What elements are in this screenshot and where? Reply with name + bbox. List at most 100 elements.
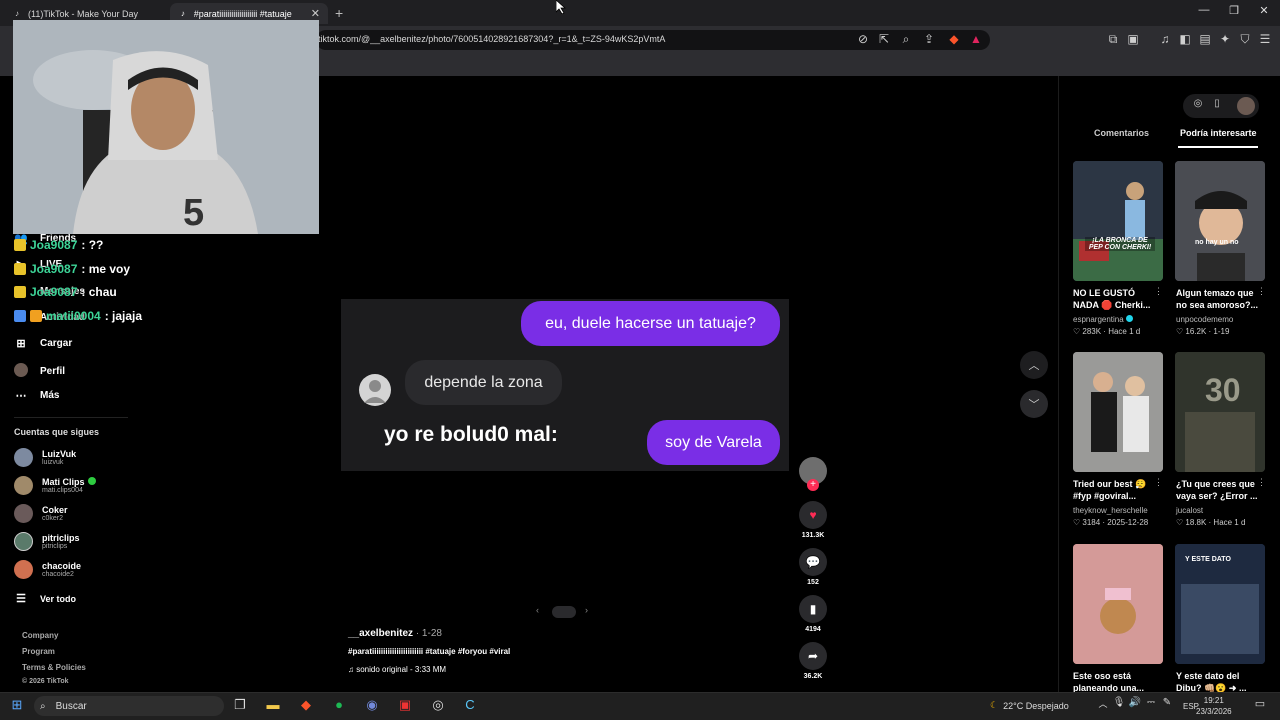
chevron-down-icon: ﹀ — [1028, 399, 1040, 411]
heart-icon: ♥ — [799, 501, 827, 529]
spotify-icon[interactable]: ● — [329, 697, 349, 712]
video-thumbnail[interactable] — [1073, 544, 1163, 664]
prev-photo-icon[interactable]: ‹ — [536, 605, 539, 615]
video-author[interactable]: unpocodememo — [1176, 315, 1233, 324]
video-author[interactable]: espnargentina — [1073, 315, 1133, 324]
close-window-icon[interactable]: ✕ — [1249, 4, 1279, 17]
more-options-icon[interactable]: ⋮ — [1154, 286, 1163, 297]
photo-indicator — [552, 606, 576, 618]
more-options-icon[interactable]: ⋮ — [1154, 477, 1163, 488]
follow-plus-icon[interactable]: + — [807, 479, 819, 491]
post-author[interactable]: __axelbenitez · 1-28 — [348, 628, 442, 639]
avatar — [14, 476, 33, 495]
video-thumbnail[interactable] — [1073, 352, 1163, 472]
video-title[interactable]: NO LE GUSTÓ NADA 🛑 Cherki... — [1073, 287, 1157, 311]
open-external-icon[interactable]: ⇱ — [876, 32, 892, 46]
svg-text:5: 5 — [183, 192, 204, 234]
file-explorer-icon[interactable]: ▬ — [263, 697, 283, 712]
more-options-icon[interactable]: ⋮ — [1257, 286, 1266, 297]
share-button[interactable]: ➦ 36.2K — [799, 642, 827, 680]
thumbnail-text: no hay un no — [1195, 239, 1239, 246]
taskbar-search[interactable]: ⌕ Buscar — [34, 696, 224, 716]
nav-upload[interactable]: ⊞ Cargar — [14, 337, 72, 350]
chat-message: Joa9087: ?? — [14, 238, 103, 252]
following-account[interactable]: LuizVuk luizvuk — [14, 448, 76, 467]
tab-comments[interactable]: Comentarios — [1094, 128, 1149, 138]
nav-more[interactable]: ⋯ Más — [14, 389, 60, 402]
footer-link[interactable]: Program — [22, 647, 55, 656]
sidebar-toggle-icon[interactable]: ◧ — [1177, 32, 1193, 46]
share-count: 36.2K — [803, 673, 823, 680]
maximize-icon[interactable]: ❐ — [1219, 4, 1249, 17]
post-caption[interactable]: #paratiiiiiiiiiiiiiiiiiiiiiii #tatuaje #… — [348, 647, 510, 656]
user-avatar[interactable] — [1237, 97, 1255, 115]
more-options-icon[interactable]: ⋮ — [1257, 477, 1266, 488]
comment-count: 152 — [807, 579, 819, 586]
tab-title: (11)TikTok - Make Your Day — [28, 8, 139, 19]
video-title[interactable]: Este oso está planeando una... — [1073, 670, 1157, 694]
account-name: chacoide — [42, 561, 82, 571]
chat-user: Joa9087 — [30, 262, 78, 276]
save-button[interactable]: ▮ 4194 — [799, 595, 827, 633]
video-title[interactable]: Y este dato del Dibu? 👊🏼😮 ➜ ... — [1176, 670, 1260, 694]
thumbnail-text: Y ESTE DATO — [1185, 556, 1231, 563]
vpn-icon[interactable]: ⛉ — [1237, 32, 1253, 47]
following-account[interactable]: Mati Clips mati.clips004 — [14, 476, 96, 495]
following-account[interactable]: pitriclips pitriclips — [14, 532, 80, 551]
next-video-button[interactable]: ﹀ — [1020, 390, 1048, 418]
video-title[interactable]: Algun temazo que no sea amoroso?... — [1176, 287, 1260, 311]
minimize-icon[interactable]: — — [1189, 4, 1219, 16]
following-account[interactable]: Coker c0ker2 — [14, 504, 68, 523]
menu-icon[interactable]: ☰ — [1257, 32, 1273, 46]
tab-recommended[interactable]: Podría interesarte — [1180, 128, 1257, 138]
post-sound[interactable]: ♫ sonido original - 3:33 MM — [348, 665, 446, 674]
extensions-icon[interactable]: ⧉ — [1105, 32, 1121, 47]
video-author[interactable]: theyknow_herschelle — [1073, 506, 1148, 515]
screenshot-icon[interactable]: ▣ — [1125, 32, 1141, 46]
avatar — [14, 504, 33, 523]
brave-rewards-icon[interactable]: ▲ — [968, 32, 984, 46]
close-tab-icon[interactable]: ✕ — [311, 7, 320, 20]
wallet-icon[interactable]: ▤ — [1197, 32, 1213, 46]
windows-start-icon[interactable]: ⊞ — [7, 697, 27, 713]
pen-icon[interactable]: ✎ — [1157, 697, 1177, 708]
video-title[interactable]: Tried our best 😮‍💨 #fyp #goviral... — [1073, 478, 1157, 502]
weather-widget[interactable]: ☾ 22°C Despejado — [990, 700, 1069, 711]
creator-avatar[interactable]: + — [799, 457, 827, 491]
clock[interactable]: 19:21 23/3/2026 — [1196, 695, 1232, 717]
zoom-icon[interactable]: ⌕ — [898, 32, 914, 47]
obs-icon[interactable]: ◎ — [428, 697, 448, 713]
device-icon[interactable]: ▯ — [1208, 98, 1226, 116]
video-author[interactable]: jucalost — [1176, 506, 1203, 515]
brave-shield-icon[interactable]: ◆ — [946, 32, 962, 46]
next-photo-icon[interactable]: › — [585, 605, 588, 615]
see-all-link[interactable]: ☰ Ver todo — [14, 592, 76, 605]
leo-ai-icon[interactable]: ✦ — [1217, 32, 1233, 46]
media-icon[interactable]: ♫ — [1157, 32, 1173, 46]
footer-link[interactable]: Company — [22, 631, 58, 640]
task-view-icon[interactable]: ❐ — [230, 697, 250, 713]
brave-browser-icon[interactable]: ◆ — [296, 697, 316, 713]
video-thumbnail[interactable]: 30 — [1175, 352, 1265, 472]
nav-label: Más — [40, 390, 60, 401]
app-icon[interactable]: C — [460, 697, 480, 712]
new-tab-icon[interactable]: + — [335, 5, 343, 21]
video-thumbnail[interactable]: Y ESTE DATO — [1175, 544, 1265, 664]
notifications-icon[interactable]: ▭ — [1250, 697, 1270, 710]
voicemeeter-icon[interactable]: ▣ — [395, 697, 415, 713]
tracking-off-icon[interactable]: ⊘ — [855, 32, 871, 46]
discord-icon[interactable]: ◉ — [362, 697, 382, 713]
video-thumbnail[interactable]: ¡LA BRONCA DE PEP CON CHERKI! — [1073, 161, 1163, 281]
following-account[interactable]: chacoide chacoide2 — [14, 560, 81, 579]
share-icon[interactable]: ⇪ — [921, 32, 937, 46]
nav-profile[interactable]: Perfil — [14, 363, 65, 380]
compass-icon[interactable]: ◎ — [1189, 98, 1207, 116]
footer-link[interactable]: Terms & Policies — [22, 663, 86, 672]
video-thumbnail[interactable]: no hay un no — [1175, 161, 1265, 281]
like-button[interactable]: ♥ 131.3K — [799, 501, 827, 539]
chat-user: Joa9087 — [30, 285, 78, 299]
video-title[interactable]: ¿Tu que crees que vaya ser? ¿Error ... — [1176, 478, 1260, 502]
previous-video-button[interactable]: ︿ — [1020, 351, 1048, 379]
account-handle: luizvuk — [42, 459, 64, 466]
comment-button[interactable]: 💬 152 — [799, 548, 827, 586]
